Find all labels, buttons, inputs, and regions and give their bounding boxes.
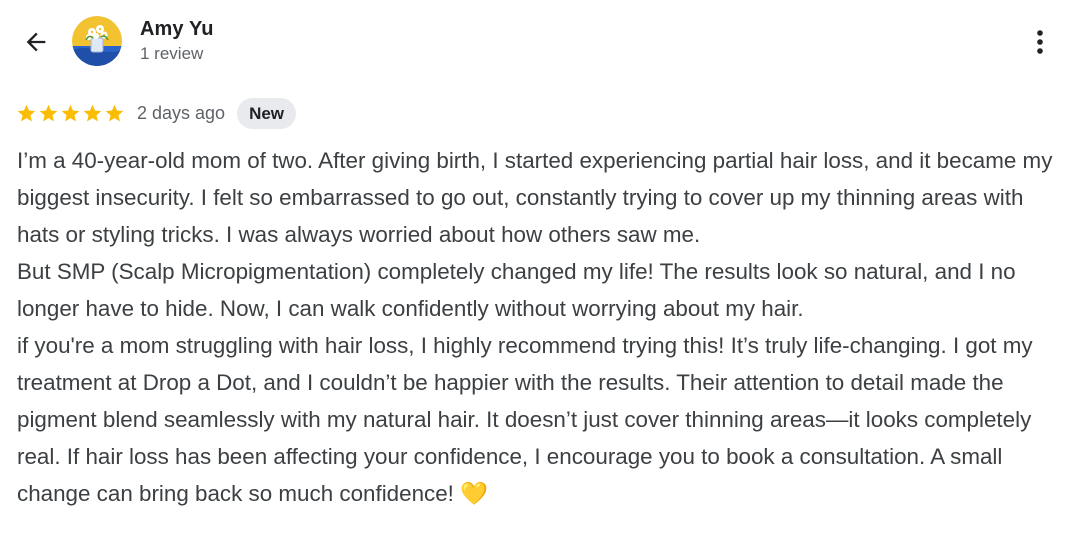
star-rating <box>16 103 125 124</box>
star-icon <box>105 104 124 121</box>
more-vert-icon <box>1037 30 1043 54</box>
star-icon <box>61 104 80 121</box>
reviewer-name[interactable]: Amy Yu <box>140 18 214 41</box>
review-date: 2 days ago <box>137 102 226 123</box>
more-options-button[interactable] <box>1024 24 1056 60</box>
review-count: 1 review <box>140 44 204 63</box>
avatar-image <box>72 16 122 66</box>
new-badge: New <box>237 97 297 129</box>
review-text: I’m a 40-year-old mom of two. After givi… <box>17 148 1053 506</box>
avatar[interactable] <box>72 16 122 66</box>
star-icon <box>17 104 36 121</box>
review-meta: 2 days ago New <box>16 96 297 130</box>
back-button[interactable] <box>18 24 54 60</box>
arrow-back-icon <box>26 32 46 52</box>
star-icon <box>83 104 102 121</box>
star-icon <box>39 104 58 121</box>
